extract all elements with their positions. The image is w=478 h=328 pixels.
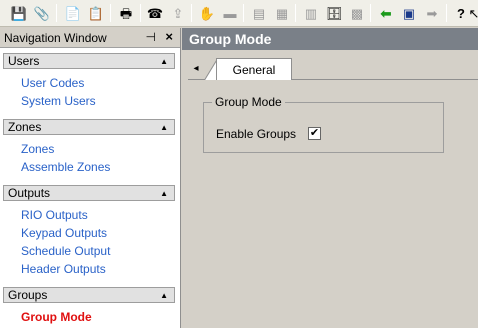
nav-link-group-mode[interactable]: Group Mode [21, 310, 92, 324]
main-panel: Group Mode ◂ General Group Mode Enable G… [182, 28, 478, 328]
toolbar-separator [370, 4, 371, 22]
navigation-window-title-bar: Navigation Window ⊣ × [0, 28, 180, 48]
section-label: Outputs [8, 186, 51, 200]
nav-link-header-outputs[interactable]: Header Outputs [21, 262, 106, 276]
group-mode-groupbox: Group Mode Enable Groups ✔ [203, 95, 444, 153]
nav-link-system-users[interactable]: System Users [21, 94, 96, 108]
form-icon[interactable]: ▣ [399, 3, 419, 23]
calculator-icon[interactable]: ▩ [347, 3, 367, 23]
tab-content: Group Mode Enable Groups ✔ [188, 80, 478, 328]
toolbar-separator [56, 4, 57, 22]
section-header-users[interactable]: Users ▲ [3, 53, 175, 69]
toolbar-separator [243, 4, 244, 22]
collapse-icon[interactable]: ▲ [160, 123, 168, 132]
page-title: Group Mode [182, 28, 478, 50]
nav-link-user-codes[interactable]: User Codes [21, 76, 84, 90]
navigation-window: Navigation Window ⊣ × Users ▲ User Codes… [0, 28, 181, 328]
enable-groups-label: Enable Groups [216, 127, 297, 141]
tab-bar: ◂ General [188, 56, 478, 81]
collapse-icon[interactable]: ▲ [160, 189, 168, 198]
nav-link-zones[interactable]: Zones [21, 142, 54, 156]
toolbar-separator [191, 4, 192, 22]
toolbar-separator [446, 4, 447, 22]
upload-icon[interactable]: ⇪ [168, 3, 188, 23]
collapse-icon[interactable]: ▲ [160, 291, 168, 300]
copy-icon[interactable]: 📄 [63, 3, 83, 23]
close-icon[interactable]: × [165, 29, 173, 44]
tab-general[interactable]: General [216, 58, 292, 81]
navigation-window-title: Navigation Window [4, 30, 107, 45]
nav-link-schedule-output[interactable]: Schedule Output [21, 244, 110, 258]
nav-link-rio-outputs[interactable]: RIO Outputs [21, 208, 88, 222]
phone-icon[interactable]: ☎ [145, 3, 165, 23]
import-icon[interactable]: 🗄 [324, 3, 344, 23]
print-icon[interactable]: 🖶 [116, 3, 136, 23]
nav-link-keypad-outputs[interactable]: Keypad Outputs [21, 226, 107, 240]
whats-this-icon[interactable]: ↖ [470, 3, 478, 23]
folder-icon[interactable]: ▬ [220, 3, 240, 23]
chart-icon[interactable]: ▦ [272, 3, 292, 23]
pin-icon[interactable]: ⊣ [146, 30, 156, 44]
section-label: Users [8, 54, 40, 68]
toolbar-separator [140, 4, 141, 22]
collapse-icon[interactable]: ▲ [160, 57, 168, 66]
section-header-zones[interactable]: Zones ▲ [3, 119, 175, 135]
enable-groups-checkbox[interactable]: ✔ [308, 127, 321, 140]
section-header-outputs[interactable]: Outputs ▲ [3, 185, 175, 201]
save-icon[interactable]: 💾 [9, 3, 29, 23]
toolbar-separator [295, 4, 296, 22]
forward-icon[interactable]: ➡ [422, 3, 442, 23]
attach-icon[interactable]: 📎 [32, 3, 52, 23]
groupbox-legend: Group Mode [212, 95, 285, 109]
tab-scroll-left-icon[interactable]: ◂ [188, 58, 204, 78]
report-icon[interactable]: ▤ [249, 3, 269, 23]
tools-icon[interactable]: ✋ [197, 3, 217, 23]
section-label: Groups [8, 288, 48, 302]
export-icon[interactable]: ▥ [301, 3, 321, 23]
section-label: Zones [8, 120, 42, 134]
toolbar: 💾 📎 📄 📋 🖶 ☎ ⇪ ✋ ▬ ▤ ▦ ▥ 🗄 ▩ ⬅ ▣ ➡ ? ↖ [0, 0, 478, 27]
back-icon[interactable]: ⬅ [376, 3, 396, 23]
section-header-groups[interactable]: Groups ▲ [3, 287, 175, 303]
help-icon[interactable]: ? [451, 3, 471, 23]
toolbar-separator [110, 4, 111, 22]
nav-link-assemble-zones[interactable]: Assemble Zones [21, 160, 110, 174]
paste-icon[interactable]: 📋 [86, 3, 106, 23]
